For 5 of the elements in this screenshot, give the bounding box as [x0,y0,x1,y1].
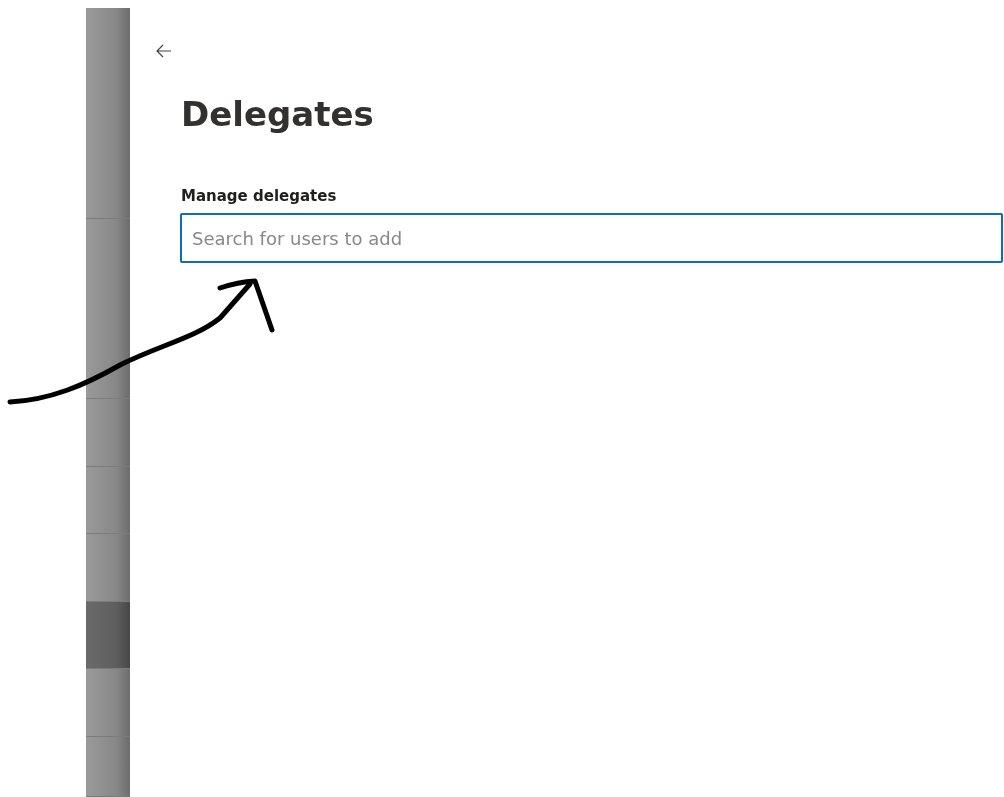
sidebar-item[interactable] [86,219,130,399]
section-label: Manage delegates [181,185,337,207]
back-arrow-icon [156,43,172,58]
search-field[interactable]: Search for users to add [180,213,1003,264]
page-title: Delegates [181,94,375,135]
